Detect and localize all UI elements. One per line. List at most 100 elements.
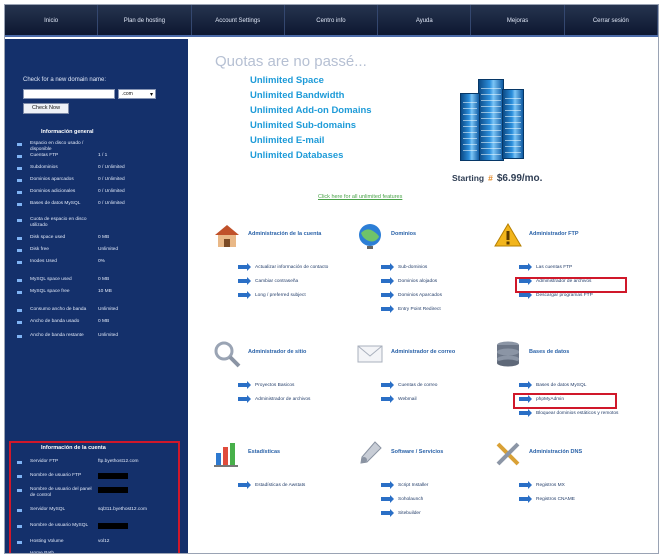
bar-chart-icon[interactable]	[212, 439, 242, 469]
bullet-icon	[17, 143, 22, 146]
account-info-row: Hosting Volume vol12	[17, 539, 185, 549]
nav-account-settings[interactable]: Account Settings	[192, 5, 285, 35]
link-label: Sub-dominios	[398, 264, 428, 270]
tools-icon[interactable]	[493, 439, 523, 469]
panel-databases-title[interactable]: Bases de datos	[529, 349, 569, 355]
highlight-file-manager	[515, 277, 627, 293]
nav-upgrades[interactable]: Mejoras	[471, 5, 565, 35]
general-stat-row: Cuota de espacio en disco utilizado	[17, 217, 185, 228]
panel-account-link[interactable]: Long / preferred subject	[238, 291, 306, 299]
panel-domains-link[interactable]: Dominios alojados	[381, 277, 437, 285]
account-value: sql311.byethost12.com	[98, 507, 147, 512]
arrow-right-icon	[381, 509, 394, 517]
link-label: Actualizar información de contacto	[255, 264, 329, 270]
panel-mail-link[interactable]: Cuentas de correo	[381, 381, 437, 389]
panel-software-link[interactable]: Script Installer	[381, 481, 428, 489]
arrow-right-icon	[238, 381, 251, 389]
panel-dns-title[interactable]: Administración DNS	[529, 449, 582, 455]
link-label: Long / preferred subject	[255, 292, 306, 298]
arrow-right-icon	[519, 291, 532, 299]
link-label: Dominios Aparcados	[398, 292, 442, 298]
nav-help[interactable]: Ayuda	[378, 5, 472, 35]
panel-software-link[interactable]: Soholaunch	[381, 495, 423, 503]
panel-dns-link[interactable]: Registros CNAME	[519, 495, 575, 503]
arrow-right-icon	[519, 409, 532, 417]
panel-account-title[interactable]: Administración de la cuenta	[248, 231, 321, 237]
stat-label: Espacio en disco usado / disponible	[30, 141, 84, 152]
link-label: Cuentas de correo	[398, 382, 438, 388]
stat-label: MySQL space free	[30, 289, 70, 294]
panel-statistics-title[interactable]: Estadísticas	[248, 449, 280, 455]
link-label: Bloquear dominios estáticos y remotos	[536, 410, 619, 416]
arrow-right-icon	[519, 481, 532, 489]
bullet-icon	[17, 261, 22, 264]
bullet-icon	[17, 461, 22, 464]
nav-hosting-plan[interactable]: Plan de hosting	[98, 5, 192, 35]
panel-statistics-link[interactable]: Estadísticas de Awstats	[238, 481, 305, 489]
nav-home[interactable]: Inicio	[5, 5, 99, 35]
highlight-phpmyadmin	[513, 393, 617, 409]
envelope-icon[interactable]	[355, 339, 385, 369]
check-now-button[interactable]: Check Now	[23, 103, 69, 114]
panel-databases-link[interactable]: Bases de datos MySQL	[519, 381, 586, 389]
stat-label: Bases de datos MySQL	[30, 201, 81, 206]
unlimited-features-link[interactable]: Click here for all unlimited features	[318, 194, 402, 200]
sidebar: Check for a new domain name: .com ▾ Check…	[5, 39, 188, 553]
panel-domains-link[interactable]: Sub-dominios	[381, 263, 427, 271]
panel-domains-link[interactable]: Entry Point Redirect	[381, 305, 441, 313]
panel-mail-title[interactable]: Administrador de correo	[391, 349, 455, 355]
redacted-value	[98, 523, 128, 529]
panel-site-title[interactable]: Administrador de sitio	[248, 349, 306, 355]
bullet-icon	[17, 167, 22, 170]
stat-value: 0 / Unlimited	[98, 201, 125, 206]
bullet-icon	[17, 309, 22, 312]
arrow-right-icon	[381, 263, 394, 271]
general-stat-row: MySQL space used 0 MB	[17, 277, 185, 287]
globe-icon[interactable]	[355, 221, 385, 251]
account-info-row: Nombre de usuario MySQL	[17, 523, 185, 533]
account-label: Servidor MySQL	[30, 507, 66, 512]
magnifier-icon[interactable]	[212, 339, 242, 369]
panel-domains-title[interactable]: Dominios	[391, 231, 416, 237]
server-racks-image	[460, 79, 540, 165]
link-label: Soholaunch	[398, 496, 424, 502]
pen-tool-icon[interactable]	[355, 439, 385, 469]
panel-ftp-link[interactable]: Las cuentas FTP	[519, 263, 572, 271]
general-stat-row: Subdominios 0 / Unlimited	[17, 165, 185, 175]
panel-mail-link[interactable]: Webmail	[381, 395, 417, 403]
stat-label: Inodes Used	[30, 259, 57, 264]
account-label: Nombre de usuario del panel de control	[30, 487, 92, 498]
link-label: Administrador de archivos	[255, 396, 311, 402]
panel-site-link[interactable]: Administrador de archivos	[238, 395, 310, 403]
bullet-icon	[17, 237, 22, 240]
general-stat-row: Cuentas FTP 1 / 1	[17, 153, 185, 163]
panel-software-link[interactable]: Sitebuilder	[381, 509, 421, 517]
panel-domains-link[interactable]: Dominios Aparcados	[381, 291, 442, 299]
bullet-icon	[17, 475, 22, 478]
house-icon[interactable]	[212, 221, 242, 251]
warning-icon[interactable]	[493, 221, 523, 251]
panel-databases-link[interactable]: Bloquear dominios estáticos y remotos	[519, 409, 618, 417]
link-label: Registros MX	[536, 482, 565, 488]
nav-logout[interactable]: Cerrar sesión	[565, 5, 658, 35]
nav-info-center[interactable]: Centro info	[285, 5, 379, 35]
tld-select[interactable]: .com ▾	[118, 89, 156, 99]
bullet-icon	[17, 553, 22, 554]
tld-value: .com	[122, 91, 133, 97]
starting-price: Starting # $6.99/mo.	[452, 173, 543, 184]
panel-account-link[interactable]: Actualizar información de contacto	[238, 263, 328, 271]
panel-account-link[interactable]: Cambiar contraseña	[238, 277, 298, 285]
redacted-value	[98, 487, 128, 493]
panel-software-title[interactable]: Software / Servicios	[391, 449, 443, 455]
panel-dns-link[interactable]: Registros MX	[519, 481, 565, 489]
database-icon[interactable]	[493, 339, 523, 369]
arrow-right-icon	[381, 381, 394, 389]
general-stat-row: Consumo ancho de banda Unlimited	[17, 307, 185, 317]
general-stat-row: Bases de datos MySQL 0 / Unlimited	[17, 201, 185, 211]
panel-site-link[interactable]: Proyectos Basicos	[238, 381, 294, 389]
feature-item: Unlimited Databases	[250, 150, 344, 161]
general-stat-row: MySQL space free 10 MB	[17, 289, 185, 299]
panel-ftp-title[interactable]: Administrador FTP	[529, 231, 579, 237]
domain-search-input[interactable]	[23, 89, 115, 99]
arrow-right-icon	[381, 277, 394, 285]
